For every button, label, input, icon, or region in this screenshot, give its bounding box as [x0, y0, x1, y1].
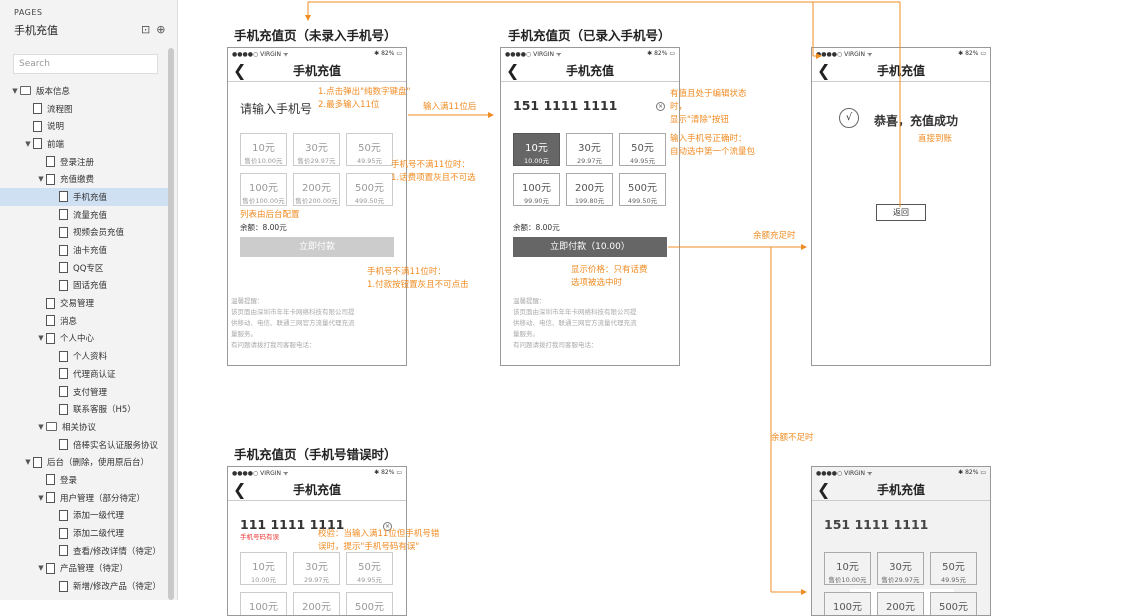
note-tiles-disabled: 手机号不满11位时： 1.话费项置灰且不可选 — [391, 160, 476, 183]
note-pay-disabled: 手机号不满11位时： 1.付款按钮置灰且不可点击 — [367, 267, 469, 290]
tile-amount: 200元 — [301, 602, 332, 613]
tile-amount: 100元 — [832, 602, 863, 613]
flow-arrows — [305, 1, 901, 595]
tile-amount: 100元 — [248, 602, 279, 613]
note-direct-arrive: 直接到账 — [918, 134, 953, 144]
note-validation: 校验：当输入满11位但手机号错 误时，提示"手机号码有误" — [318, 529, 440, 552]
tile-amount: 500元 — [938, 602, 969, 613]
note-auto-select: 输入手机号正确时： 自动选中第一个流量包 — [670, 134, 756, 157]
note-show-price: 显示价格：只有话费 选项被选中时 — [571, 265, 648, 288]
note-clear-button: 有值且处于编辑状态 时， 显示"清除"按钮 — [670, 89, 747, 125]
tile-amount: 200元 — [885, 602, 916, 613]
note-keyboard: 1.点击弹出"纯数字键盘" 2.最多输入11位 — [318, 87, 411, 110]
note-balance-short: 余额不足时 — [771, 433, 814, 443]
note-balance-enough: 余额充足时 — [753, 231, 796, 241]
note-after-11: 输入满11位后 — [423, 102, 477, 112]
note-backend-config: 列表由后台配置 — [240, 210, 300, 220]
tile-amount: 500元 — [354, 602, 385, 613]
